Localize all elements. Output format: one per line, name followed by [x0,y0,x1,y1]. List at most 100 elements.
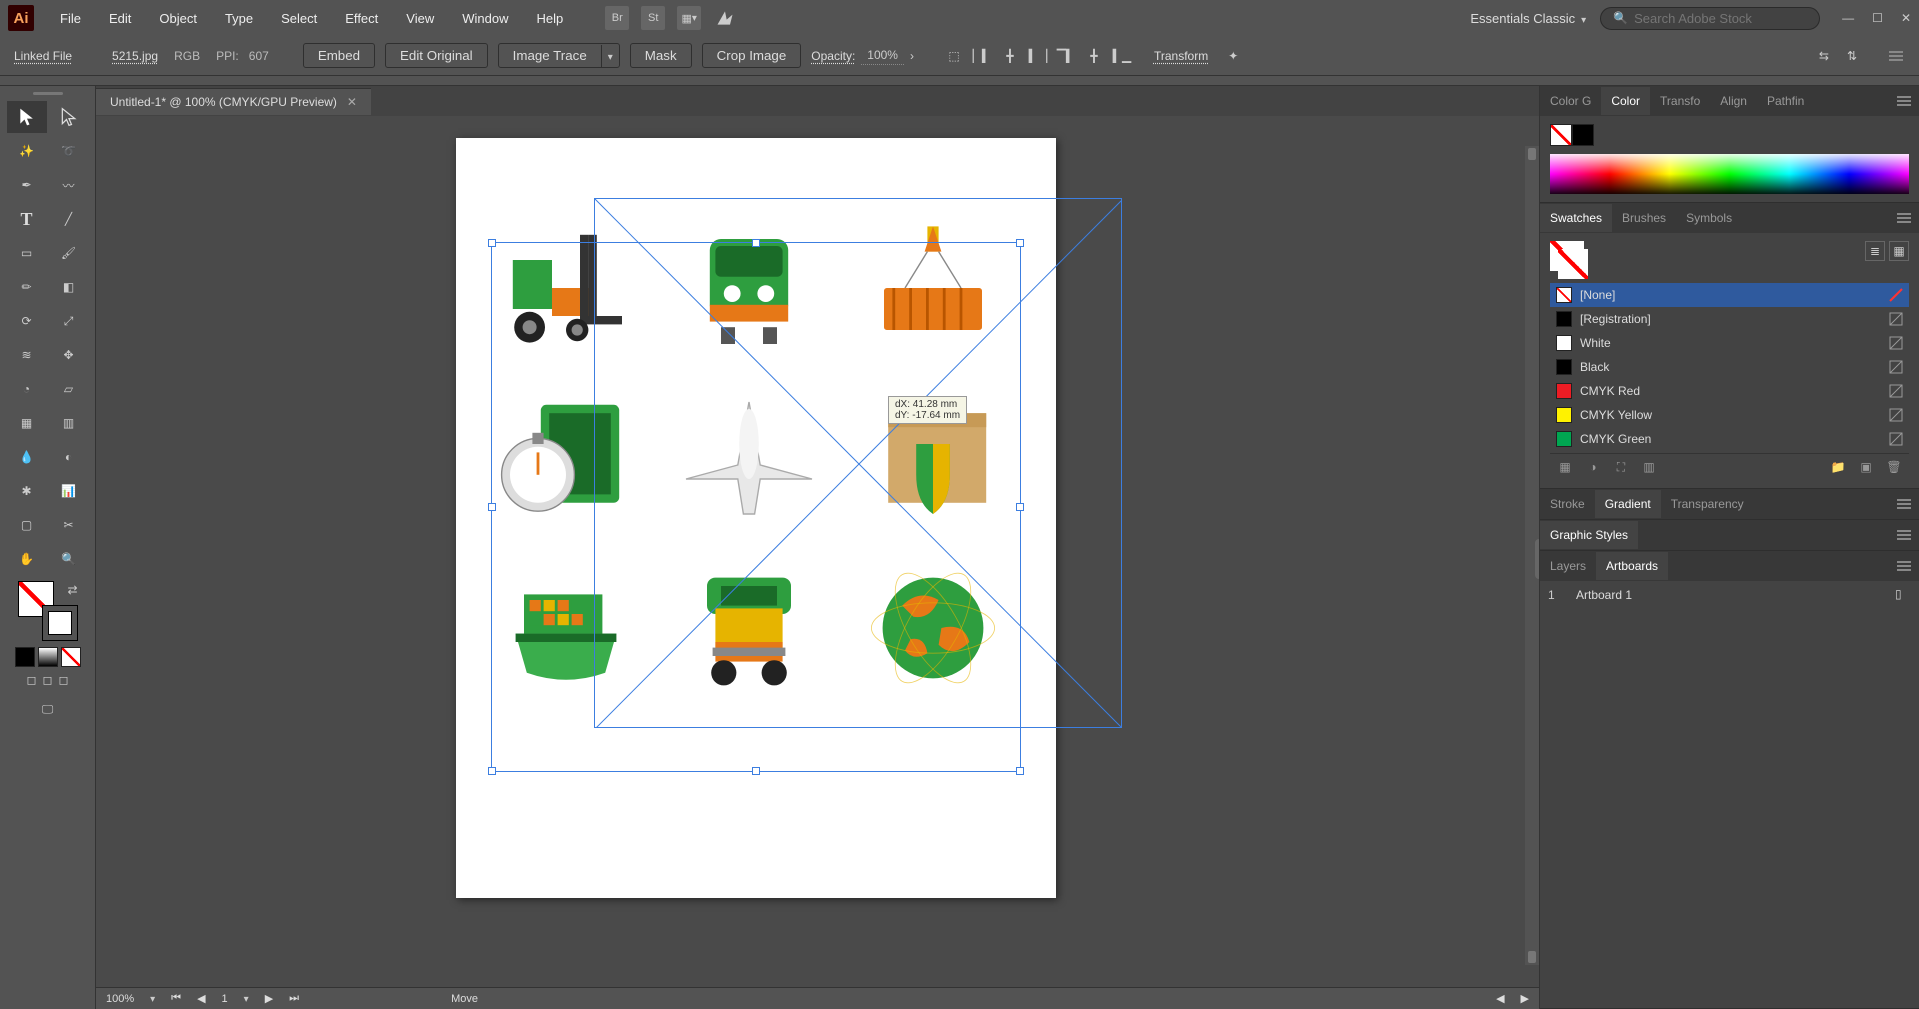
swatch-row[interactable]: [Registration] [1550,307,1909,331]
hand-tool[interactable]: ✋ [7,543,47,575]
tab-color[interactable]: Color [1601,87,1650,115]
artboard-index[interactable]: 1 [222,993,228,1005]
tab-pathfinder[interactable]: Pathfin [1757,87,1814,115]
swatch-kind-icon[interactable]: ◑ [1584,458,1602,476]
crop-image-button[interactable]: Crop Image [702,43,802,68]
delete-swatch-icon[interactable]: 🗑 [1885,458,1903,476]
draw-behind-icon[interactable]: ◻ [43,673,53,687]
swatch-list-view-icon[interactable]: ≣ [1865,241,1885,261]
panel-menu-icon[interactable] [1895,495,1913,513]
swatch-grid-view-icon[interactable]: ▦ [1889,241,1909,261]
type-tool[interactable]: T [7,203,47,235]
tab-symbols[interactable]: Symbols [1676,204,1742,232]
swatch-row[interactable]: [None] [1550,283,1909,307]
fill-color-swatch[interactable] [1550,124,1572,146]
hscroll-left-icon[interactable]: ◀ [1496,992,1504,1005]
panel-menu-icon[interactable] [1895,209,1913,227]
fill-stroke-control[interactable]: ⇄ [18,581,78,641]
document-tab[interactable]: Untitled-1* @ 100% (CMYK/GPU Preview) ✕ [96,88,371,115]
close-tab-icon[interactable]: ✕ [347,95,357,109]
transform-label[interactable]: Transform [1154,49,1208,63]
canvas[interactable]: dX: 41.28 mm dY: -17.64 mm [96,116,1539,987]
stock-icon[interactable]: St [641,6,665,30]
align-right-icon[interactable]: ▍▕ [1028,46,1048,66]
menu-select[interactable]: Select [269,5,329,32]
magic-wand-tool[interactable]: ✨ [7,135,47,167]
tab-gradient[interactable]: Gradient [1595,490,1661,518]
flip-h-icon[interactable]: ⇆ [1819,49,1829,63]
scale-tool[interactable]: ⤢ [49,305,89,337]
new-group-icon[interactable]: 📁 [1829,458,1847,476]
slice-tool[interactable]: ✂ [49,509,89,541]
blend-tool[interactable]: ◐ [49,441,89,473]
artboard-tool[interactable]: ▢ [7,509,47,541]
swatch-libraries-icon[interactable]: ▦ [1556,458,1574,476]
tab-color-guide[interactable]: Color G [1540,87,1601,115]
nav-next-icon[interactable]: ▶ [265,992,273,1005]
transform-origin-icon[interactable]: ✦ [1228,49,1238,63]
bridge-icon[interactable]: Br [605,6,629,30]
swap-fill-stroke-icon[interactable]: ⇄ [67,583,77,597]
window-maximize[interactable]: ☐ [1872,11,1883,25]
swatch-row[interactable]: CMYK Yellow [1550,403,1909,427]
eraser-tool[interactable]: ◧ [49,271,89,303]
arrange-docs-icon[interactable]: ▦ [677,6,701,30]
panel-menu-icon[interactable] [1895,557,1913,575]
color-mode-gradient[interactable] [38,647,58,667]
chevron-down-icon[interactable] [601,45,619,67]
menu-edit[interactable]: Edit [97,5,143,32]
image-trace-dropdown[interactable]: Image Trace [498,43,620,68]
zoom-level[interactable]: 100% [106,993,134,1005]
color-mode-none[interactable] [61,647,81,667]
stroke-swatch[interactable] [42,605,78,641]
width-tool[interactable]: ≋ [7,339,47,371]
direct-selection-tool[interactable] [49,101,89,133]
vertical-scrollbar[interactable] [1525,146,1539,965]
artboard-orientation-icon[interactable]: ▯ [1895,587,1911,603]
expand-strip[interactable] [0,76,1919,86]
eyedropper-tool[interactable]: 💧 [7,441,47,473]
color-spectrum[interactable] [1550,154,1909,194]
nav-last-icon[interactable]: ⏭ [289,992,299,1005]
nav-first-icon[interactable]: ⏮ [171,992,181,1005]
graph-tool[interactable]: 📊 [49,475,89,507]
menu-view[interactable]: View [394,5,446,32]
curvature-tool[interactable]: 〰 [49,169,89,201]
nav-prev-icon[interactable]: ◀ [197,992,205,1005]
embed-button[interactable]: Embed [303,43,375,68]
panel-grip[interactable] [33,92,63,95]
tab-transparency[interactable]: Transparency [1661,490,1754,518]
free-transform-tool[interactable]: ✥ [49,339,89,371]
draw-normal-icon[interactable]: ◻ [27,673,37,687]
swatch-stroke-preview[interactable] [1558,249,1588,279]
linked-file-label[interactable]: Linked File [14,49,72,63]
selection-tool[interactable] [7,101,47,133]
zoom-dropdown-icon[interactable] [150,993,155,1005]
tab-layers[interactable]: Layers [1540,552,1596,580]
panel-menu-icon[interactable] [1895,526,1913,544]
lasso-tool[interactable]: ➰ [49,135,89,167]
menu-window[interactable]: Window [450,5,520,32]
swatch-options-icon[interactable]: ⛶ [1612,458,1630,476]
menu-type[interactable]: Type [213,5,265,32]
tab-stroke[interactable]: Stroke [1540,490,1595,518]
pen-tool[interactable]: ✒ [7,169,47,201]
menu-help[interactable]: Help [524,5,575,32]
opacity-arrow[interactable]: › [910,49,914,63]
menu-object[interactable]: Object [147,5,209,32]
swatch-row[interactable]: CMYK Green [1550,427,1909,451]
color-mode-solid[interactable] [15,647,35,667]
mask-button[interactable]: Mask [630,43,692,68]
window-close[interactable]: ✕ [1901,11,1911,25]
swatch-row[interactable]: Black [1550,355,1909,379]
draw-inside-icon[interactable]: ◻ [58,673,68,687]
screen-mode-icon[interactable]: 🖵 [28,693,68,725]
hscroll-right-icon[interactable]: ▶ [1521,992,1529,1005]
tab-transform[interactable]: Transfo [1650,87,1710,115]
new-swatch-icon[interactable]: ▣ [1857,458,1875,476]
perspective-tool[interactable]: ▱ [49,373,89,405]
artboard-row[interactable]: 1Artboard 1▯ [1540,581,1919,609]
panel-menu-icon[interactable] [1895,92,1913,110]
tab-graphic-styles[interactable]: Graphic Styles [1540,521,1638,549]
edit-original-button[interactable]: Edit Original [385,43,488,68]
